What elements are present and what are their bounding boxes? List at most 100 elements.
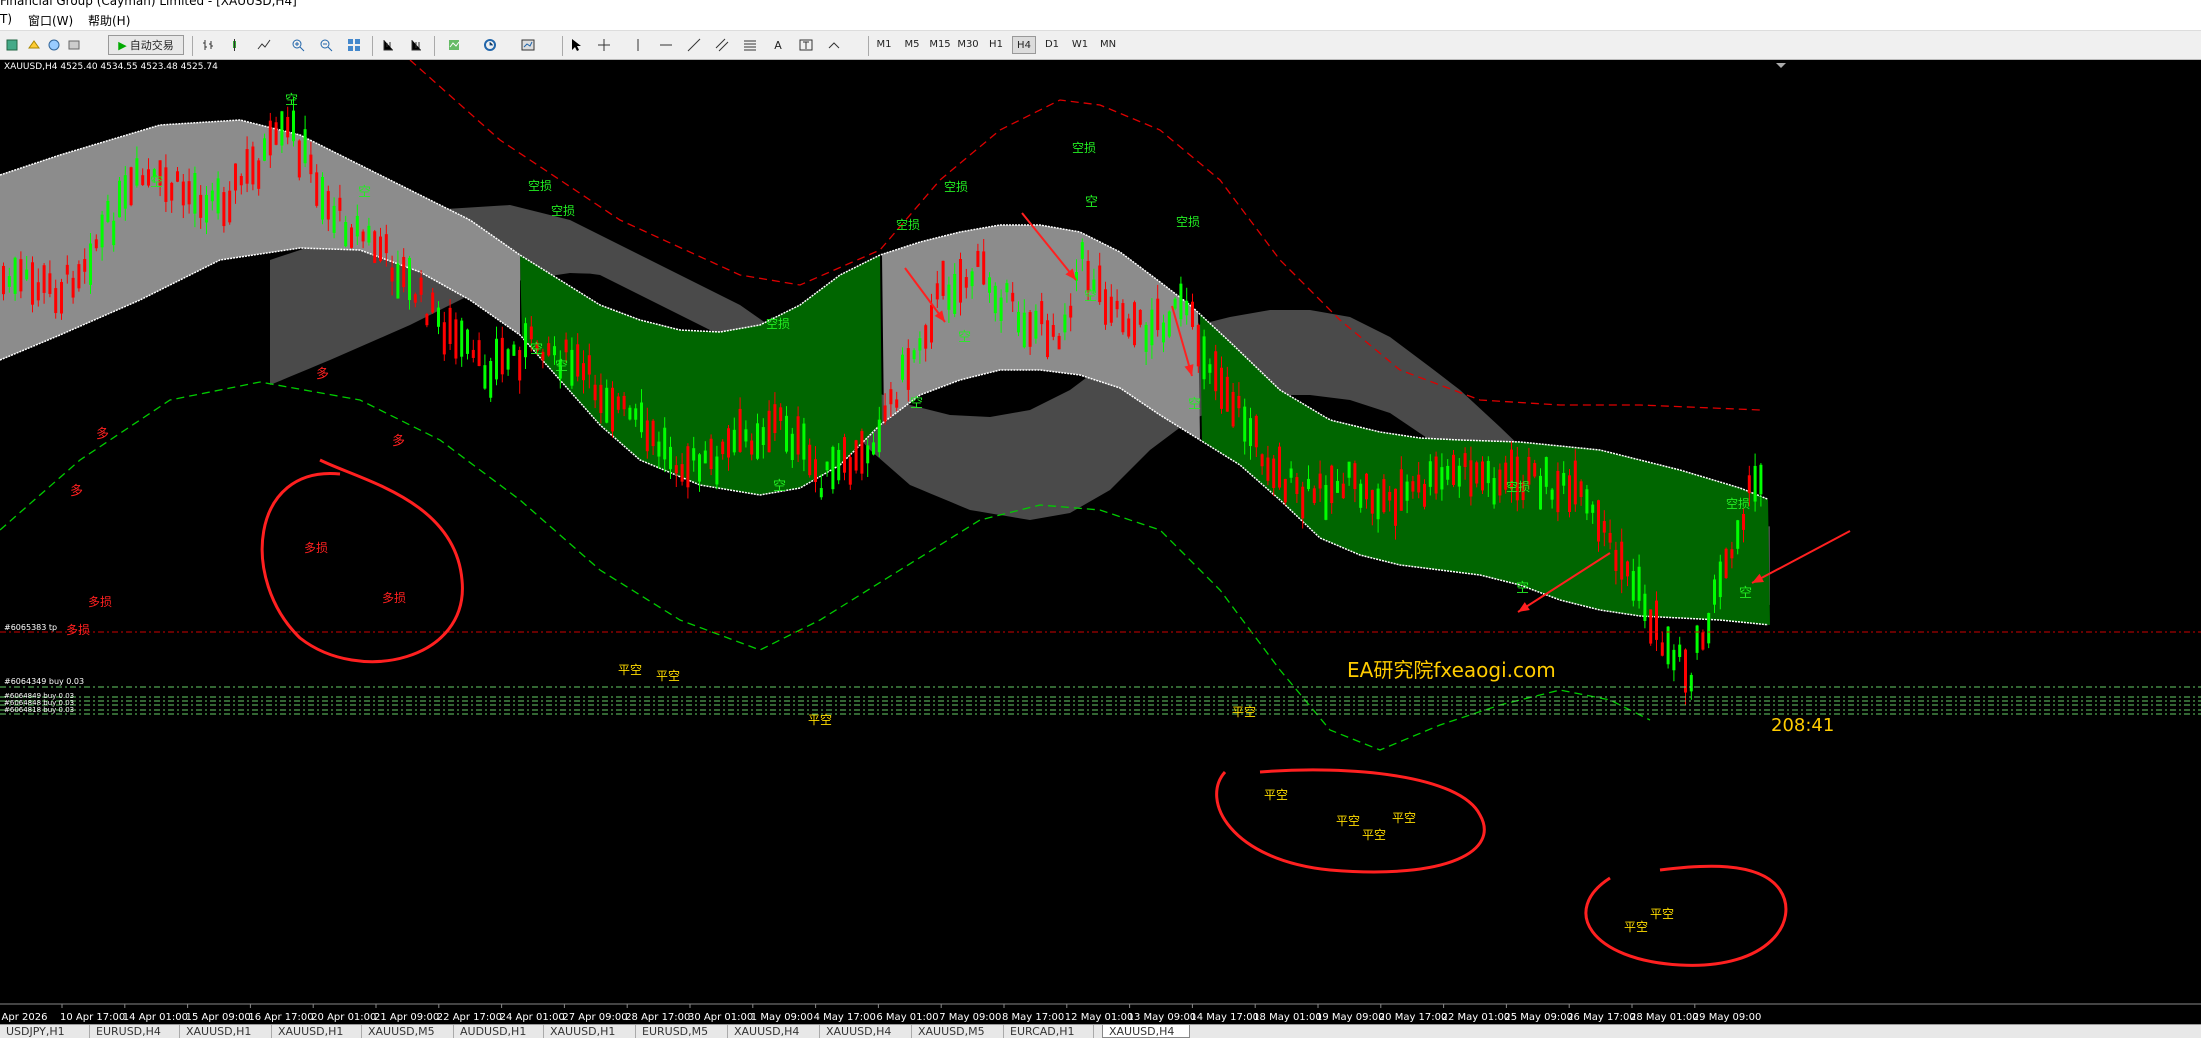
short-signal-label: 空 — [1084, 289, 1097, 304]
candle-body — [106, 200, 110, 222]
arrows-icon[interactable] — [824, 35, 844, 55]
candle-body — [1353, 463, 1357, 490]
zoom-in-icon[interactable] — [288, 35, 308, 55]
time-label: 18 May 01:00 — [1253, 1012, 1322, 1023]
candle-body — [1463, 453, 1467, 468]
candle-body — [1162, 322, 1165, 343]
channel-icon[interactable] — [712, 35, 732, 55]
candle-body — [1260, 454, 1264, 467]
market-watch-icon[interactable] — [24, 35, 44, 55]
candle-body — [959, 258, 962, 303]
timeframe-m1[interactable]: M1 — [872, 36, 896, 54]
navigator-icon[interactable] — [64, 35, 84, 55]
chart-tab[interactable]: XAUUSD,H4 — [820, 1025, 912, 1038]
templates-icon[interactable] — [518, 35, 538, 55]
timeframe-m5[interactable]: M5 — [900, 36, 924, 54]
time-label: 20 May 17:00 — [1379, 1012, 1448, 1023]
time-label: 15 Apr 09:00 — [186, 1012, 251, 1023]
label-icon[interactable] — [796, 35, 816, 55]
candle-body — [669, 446, 672, 470]
fibo-icon[interactable] — [740, 35, 760, 55]
crosshair-icon[interactable] — [594, 35, 614, 55]
short-signal-label: 空 — [555, 359, 568, 374]
chart-tab[interactable]: USDJPY,H1 — [0, 1025, 90, 1038]
candle-body — [1562, 472, 1566, 486]
candle-body — [866, 445, 870, 464]
scroll-icon[interactable] — [378, 35, 398, 55]
indicators-icon[interactable] — [444, 35, 464, 55]
candle-body — [1080, 242, 1084, 259]
menu-item-file[interactable]: T) — [0, 12, 12, 26]
candle-body — [576, 344, 580, 377]
hline-icon[interactable] — [656, 35, 676, 55]
candle-body — [384, 234, 388, 254]
chart-tab[interactable]: XAUUSD,H4 — [1102, 1025, 1190, 1038]
candle-body — [727, 428, 730, 458]
candle-body — [895, 399, 899, 408]
autotrade-button[interactable]: ▶ 自动交易 — [108, 35, 184, 55]
candle-body — [315, 172, 319, 206]
candle-body — [1382, 479, 1386, 513]
zoom-out-icon[interactable] — [316, 35, 336, 55]
candle-body — [437, 307, 440, 327]
time-label: 4 May 17:00 — [814, 1012, 876, 1023]
time-label: 20 Apr 01:00 — [311, 1012, 376, 1023]
vline-icon[interactable] — [628, 35, 648, 55]
chart-tab[interactable]: XAUUSD,H4 — [728, 1025, 820, 1038]
chart-tab[interactable]: XAUUSD,M5 — [912, 1025, 1004, 1038]
candle-body — [245, 149, 249, 184]
chart-tab[interactable]: EURUSD,M5 — [636, 1025, 728, 1038]
candle-body — [477, 340, 481, 367]
candle-body — [1643, 593, 1647, 621]
trendline-icon[interactable] — [684, 35, 704, 55]
candle-body — [732, 429, 736, 453]
symbol-info: XAUUSD,H4 4525.40 4534.55 4523.48 4525.7… — [4, 62, 218, 72]
timeframe-w1[interactable]: W1 — [1068, 36, 1092, 54]
chart-tab[interactable]: EURUSD,H4 — [90, 1025, 180, 1038]
candle-body — [292, 110, 295, 142]
candle-body — [872, 442, 875, 455]
timeframe-mn[interactable]: MN — [1096, 36, 1120, 54]
timeframe-d1[interactable]: D1 — [1040, 36, 1064, 54]
candle-chart-icon[interactable] — [226, 35, 246, 55]
timeframe-m15[interactable]: M15 — [928, 36, 952, 54]
chart-tabs: USDJPY,H1 EURUSD,H4 XAUUSD,H1 XAUUSD,H1 XAUU… — [0, 1024, 2201, 1038]
menu-item-window[interactable]: 窗口(W) — [28, 12, 73, 29]
text-icon[interactable]: A — [768, 35, 788, 55]
time-label: 9 Apr 2026 — [0, 1012, 47, 1023]
timeframe-h1[interactable]: H1 — [984, 36, 1008, 54]
chart-tab[interactable]: XAUUSD,H1 — [544, 1025, 636, 1038]
price-chart[interactable]: #6065383 tp#6064349 buy 0.03#6064849 buy… — [0, 60, 2201, 1024]
candle-body — [1573, 460, 1577, 505]
candle-body — [1202, 336, 1206, 380]
tile-icon[interactable] — [344, 35, 364, 55]
new-order-icon[interactable] — [2, 35, 22, 55]
chart-tab[interactable]: AUDUSD,H1 — [454, 1025, 544, 1038]
menu-item-help[interactable]: 帮助(H) — [88, 12, 130, 29]
line-chart-icon[interactable] — [254, 35, 274, 55]
candle-body — [744, 429, 748, 442]
candle-body — [489, 361, 493, 398]
timeframe-m30[interactable]: M30 — [956, 36, 980, 54]
shift-icon[interactable] — [406, 35, 426, 55]
candle-body — [1736, 520, 1740, 549]
cursor-icon[interactable] — [566, 35, 586, 55]
short-switch-label: 空损 — [1176, 215, 1200, 229]
chart-tab[interactable]: XAUUSD,H1 — [180, 1025, 272, 1038]
candle-body — [912, 350, 916, 360]
toolbar: ▶ 自动交易 A M1 M5 M15 M30 H1 H4 D1 W1 MN — [0, 30, 2201, 60]
bar-chart-icon[interactable] — [198, 35, 218, 55]
chart-tab[interactable]: XAUUSD,H1 — [272, 1025, 362, 1038]
chart-tab[interactable]: XAUUSD,M5 — [362, 1025, 454, 1038]
periods-icon[interactable] — [480, 35, 500, 55]
timeframe-h4[interactable]: H4 — [1012, 36, 1036, 54]
chart-area[interactable]: #6065383 tp #6064349 buy 0.03 #6064849 buy… — [0, 60, 2201, 1024]
candle-body — [419, 277, 423, 295]
data-window-icon[interactable] — [44, 35, 64, 55]
toolbar-separator — [434, 36, 435, 56]
candle-body — [1631, 571, 1635, 601]
chart-tab[interactable]: EURCAD,H1 — [1004, 1025, 1094, 1038]
time-label: 14 Apr 01:00 — [123, 1012, 188, 1023]
candle-body — [1649, 609, 1653, 644]
candle-body — [1481, 461, 1484, 491]
